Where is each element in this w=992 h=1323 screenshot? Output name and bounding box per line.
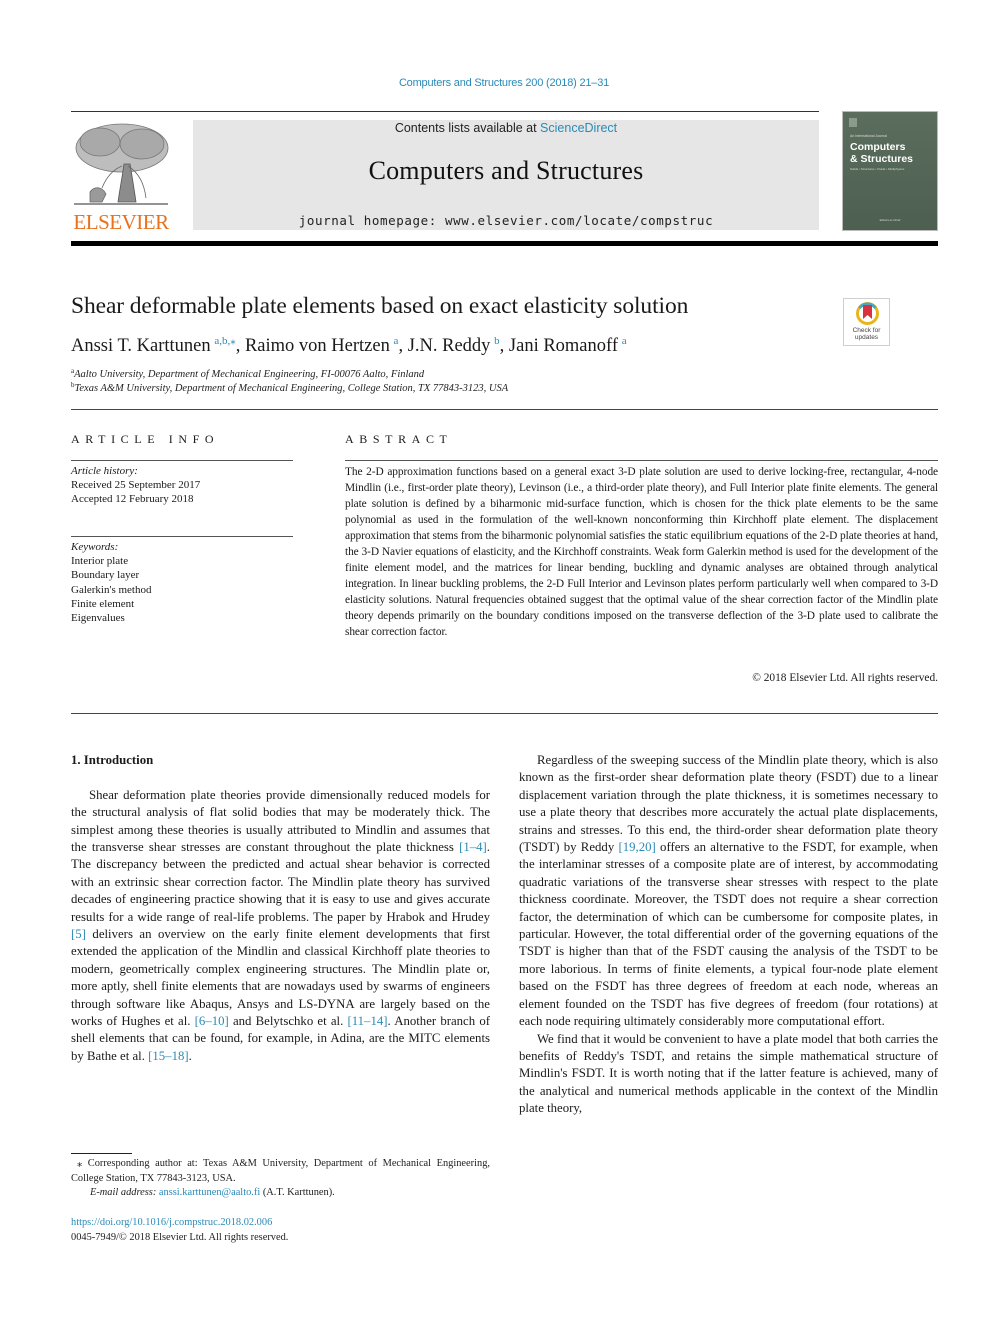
keyword: Galerkin's method bbox=[71, 583, 152, 596]
abstract-label: ABSTRACT bbox=[345, 432, 453, 446]
cover-title-line2: & Structures bbox=[850, 152, 914, 165]
text-run: offers an alternative to the FSDT, for e… bbox=[519, 840, 939, 1029]
keyword: Eigenvalues bbox=[71, 612, 125, 625]
citation-link[interactable]: [19,20] bbox=[618, 840, 655, 854]
abstract-text: The 2-D approximation functions based on… bbox=[345, 466, 938, 638]
email-link[interactable]: anssi.karttunen@aalto.fi bbox=[159, 1187, 260, 1198]
asterisk-mark: ⁎ bbox=[77, 1158, 83, 1169]
author-separator: , bbox=[235, 336, 245, 356]
body-column-left: 1. Introduction Shear deformation plate … bbox=[71, 752, 490, 1065]
sciencedirect-link[interactable]: ScienceDirect bbox=[540, 121, 617, 135]
crossmark-line1: Check for bbox=[852, 327, 881, 334]
doi-link[interactable]: https://doi.org/10.1016/j.compstruc.2018… bbox=[71, 1217, 272, 1228]
elsevier-wordmark: ELSEVIER bbox=[73, 210, 169, 234]
affiliation-b: bTexas A&M University, Department of Mec… bbox=[71, 381, 508, 394]
author-separator: , bbox=[398, 336, 408, 356]
journal-cover-thumbnail[interactable]: An International Journal Computers & Stru… bbox=[842, 111, 938, 231]
text-run: . bbox=[188, 1048, 192, 1063]
article-info-label: ARTICLE INFO bbox=[71, 432, 220, 446]
author[interactable]: Jani Romanoff a bbox=[508, 335, 627, 356]
divider bbox=[71, 111, 819, 112]
keyword: Boundary layer bbox=[71, 569, 140, 582]
keyword: Finite element bbox=[71, 597, 135, 610]
citation-link[interactable]: [15–18] bbox=[148, 1049, 189, 1063]
author[interactable]: Raimo von Hertzen a bbox=[244, 335, 398, 356]
keywords-heading: Keywords: bbox=[71, 541, 119, 553]
keywords: Keywords: Interior plate Boundary layer … bbox=[71, 540, 152, 625]
affiliation-a: aAalto University, Department of Mechani… bbox=[71, 367, 424, 380]
cover-title: Computers & Structures bbox=[850, 141, 914, 165]
footnote-rule bbox=[71, 1153, 132, 1154]
footnote: ⁎ Corresponding author at: Texas A&M Uni… bbox=[71, 1157, 490, 1201]
article-history: Article history: Received 25 September 2… bbox=[71, 464, 200, 507]
received-date: Received 25 September 2017 bbox=[71, 479, 201, 492]
author-list: Anssi T. Karttunen a,b,⁎, Raimo von Hert… bbox=[71, 334, 627, 357]
divider bbox=[71, 536, 293, 537]
paragraph: We find that it would be convenient to h… bbox=[519, 1031, 938, 1118]
keyword: Interior plate bbox=[71, 555, 129, 568]
author[interactable]: Anssi T. Karttunen a,b,⁎ bbox=[71, 335, 236, 356]
affiliation-text: Aalto University, Department of Mechanic… bbox=[74, 369, 425, 380]
abstract-copyright: © 2018 Elsevier Ltd. All rights reserved… bbox=[752, 672, 938, 684]
contents-line: Contents lists available at ScienceDirec… bbox=[193, 121, 819, 135]
divider bbox=[71, 713, 938, 714]
check-for-updates-label: Check for updates bbox=[844, 327, 889, 341]
cover-title-line1: Computers bbox=[850, 141, 906, 153]
check-for-updates-badge[interactable]: Check for updates bbox=[843, 298, 890, 346]
cover-kicker: An International Journal bbox=[850, 134, 887, 138]
citation-link[interactable]: [5] bbox=[71, 927, 86, 941]
crossmark-line2: updates bbox=[854, 334, 879, 341]
article-title: Shear deformable plate elements based on… bbox=[71, 293, 689, 319]
header-thick-rule bbox=[71, 241, 938, 246]
section-heading: 1. Introduction bbox=[71, 753, 154, 767]
article-history-heading: Article history: bbox=[71, 465, 138, 477]
author[interactable]: J.N. Reddy b bbox=[407, 335, 500, 356]
email-suffix: (A.T. Karttunen). bbox=[260, 1187, 335, 1198]
text-run: Regardless of the sweeping success of th… bbox=[519, 753, 938, 855]
email-line: E-mail address: anssi.karttunen@aalto.fi… bbox=[71, 1186, 490, 1201]
paragraph: Shear deformation plate theories provide… bbox=[71, 787, 490, 1066]
doi-block: https://doi.org/10.1016/j.compstruc.2018… bbox=[71, 1216, 288, 1245]
divider bbox=[345, 460, 938, 461]
paragraph: Regardless of the sweeping success of th… bbox=[519, 752, 938, 1031]
elsevier-tree-icon bbox=[74, 123, 169, 205]
citation-link[interactable]: [1–4] bbox=[459, 840, 487, 854]
text-run: We find that it would be convenient to h… bbox=[519, 1031, 938, 1116]
journal-masthead: Contents lists available at ScienceDirec… bbox=[193, 120, 819, 230]
author-name: Raimo von Hertzen bbox=[244, 336, 390, 356]
running-head[interactable]: Computers and Structures 200 (2018) 21–3… bbox=[0, 77, 992, 89]
text-run: delivers an overview on the early finite… bbox=[71, 927, 490, 1029]
contents-prefix: Contents lists available at bbox=[394, 121, 541, 135]
cover-subtitle: Solids • Structures • Fluids • Multiphys… bbox=[850, 167, 905, 171]
email-label: E-mail address: bbox=[90, 1187, 159, 1198]
author-affil-mark[interactable]: a,b,⁎ bbox=[214, 335, 235, 347]
journal-homepage-link[interactable]: journal homepage: www.elsevier.com/locat… bbox=[193, 213, 819, 228]
affiliation-text: Texas A&M University, Department of Mech… bbox=[74, 383, 509, 394]
cover-footer: Editors-in-Chief bbox=[879, 218, 901, 222]
text-run: and Belytschko et al. bbox=[228, 1014, 348, 1029]
issn-copyright: 0045-7949/© 2018 Elsevier Ltd. All right… bbox=[71, 1231, 289, 1243]
divider bbox=[71, 460, 293, 461]
text-run: Shear deformation plate theories provide… bbox=[71, 787, 490, 855]
citation-link[interactable]: [11–14] bbox=[347, 1014, 387, 1028]
journal-name: Computers and Structures bbox=[368, 156, 644, 185]
corresponding-author-text: Corresponding author at: Texas A&M Unive… bbox=[71, 1158, 490, 1184]
crossmark-icon bbox=[856, 302, 879, 325]
author-separator: , bbox=[499, 336, 509, 356]
author-name: Jani Romanoff bbox=[508, 336, 619, 356]
cover-logo-icon bbox=[849, 118, 857, 127]
author-name: J.N. Reddy bbox=[407, 336, 491, 356]
body-column-right: Regardless of the sweeping success of th… bbox=[519, 752, 938, 1118]
divider bbox=[71, 409, 938, 410]
citation-link[interactable]: [6–10] bbox=[195, 1014, 229, 1028]
author-name: Anssi T. Karttunen bbox=[71, 336, 211, 356]
corresponding-author-note: ⁎ Corresponding author at: Texas A&M Uni… bbox=[71, 1157, 490, 1186]
elsevier-logo[interactable]: ELSEVIER bbox=[70, 120, 172, 234]
accepted-date: Accepted 12 February 2018 bbox=[71, 493, 194, 506]
author-affil-mark[interactable]: a bbox=[622, 335, 627, 347]
